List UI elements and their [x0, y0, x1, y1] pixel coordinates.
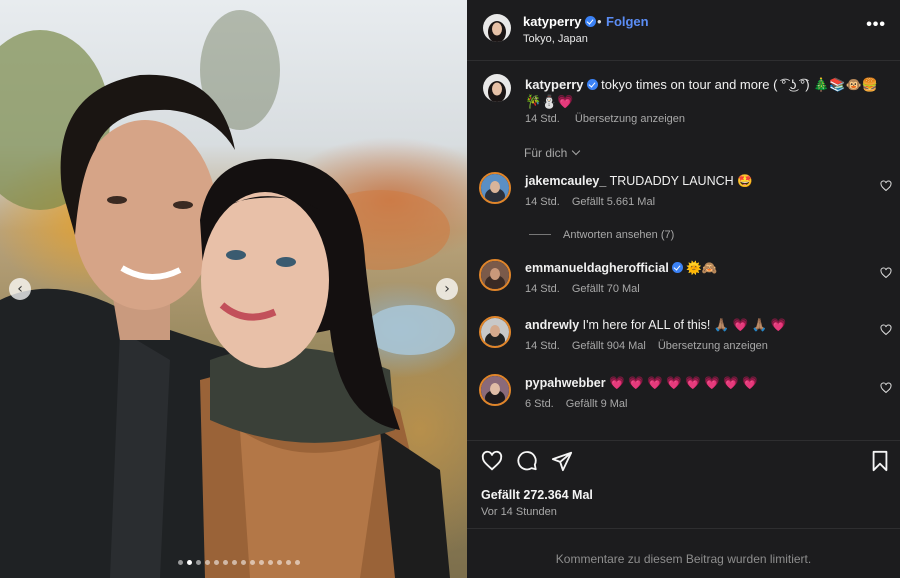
- caption-username[interactable]: katyperry: [525, 77, 584, 92]
- carousel-dot: [241, 560, 246, 565]
- post-details-panel: katyperry • Folgen Tokyo, Japan ••• katy…: [467, 0, 900, 578]
- carousel-dot: [214, 560, 219, 565]
- chevron-down-icon: [572, 146, 581, 156]
- carousel-dot: [286, 560, 291, 565]
- comment-likes[interactable]: Gefällt 5.661 Mal: [572, 196, 655, 208]
- comments-limited-notice: Kommentare zu diesem Beitrag wurden limi…: [555, 552, 812, 566]
- commenter-username[interactable]: andrewly: [525, 318, 579, 332]
- post-timestamp: Vor 14 Stunden: [481, 506, 557, 518]
- commenter-avatar[interactable]: [479, 316, 511, 348]
- comment-likes[interactable]: Gefällt 904 Mal: [572, 340, 646, 352]
- author-avatar[interactable]: [483, 14, 511, 42]
- post-header: katyperry • Folgen Tokyo, Japan •••: [467, 0, 900, 60]
- commenter-avatar[interactable]: [479, 374, 511, 406]
- comment-body: TRUDADDY LAUNCH 🤩: [609, 174, 753, 188]
- view-replies-label: Antworten ansehen (7): [563, 229, 675, 241]
- photo-subjects: [0, 10, 455, 578]
- view-replies-button[interactable]: Antworten ansehen (7): [529, 229, 674, 241]
- comment-meta: 14 Std. Gefällt 904 Mal Übersetzung anzeig…: [525, 340, 780, 352]
- comment-sort-label: Für dich: [524, 146, 568, 160]
- commenter-avatar[interactable]: [479, 259, 511, 291]
- carousel-prev-button[interactable]: ‹: [9, 278, 31, 300]
- verified-badge-icon: [671, 262, 683, 273]
- like-comment-heart-icon[interactable]: [880, 382, 892, 394]
- caption-meta: 14 Std. Übersetzung anzeigen: [525, 113, 697, 125]
- comment-text: emmanueldagherofficial 🌞🙈: [525, 261, 717, 276]
- carousel-dot: [277, 560, 282, 565]
- divider: [467, 60, 900, 61]
- carousel-dot: [232, 560, 237, 565]
- carousel-dot: [196, 560, 201, 565]
- carousel-dot: [259, 560, 264, 565]
- carousel-dot: [268, 560, 273, 565]
- carousel-dot: [295, 560, 300, 565]
- post-actions: [467, 450, 900, 476]
- commenter-avatar[interactable]: [479, 172, 511, 204]
- bookmark-save-icon[interactable]: [870, 450, 890, 472]
- carousel-dot: [205, 560, 210, 565]
- divider: [467, 440, 900, 441]
- comment-time: 14 Std.: [525, 196, 560, 208]
- carousel-dot: [178, 560, 183, 565]
- verified-badge-icon: [584, 16, 596, 27]
- comment-text: jakemcauley_ TRUDADDY LAUNCH 🤩: [525, 174, 753, 189]
- follow-button[interactable]: Folgen: [606, 14, 649, 29]
- comment-bubble-icon[interactable]: [516, 450, 538, 472]
- verified-badge-icon: [586, 79, 598, 90]
- comment-likes[interactable]: Gefällt 9 Mal: [566, 398, 628, 410]
- caption-time: 14 Std.: [525, 113, 560, 125]
- divider: [467, 528, 900, 529]
- post-likes-count[interactable]: Gefällt 272.364 Mal: [481, 488, 593, 502]
- comment-body: 💗 💗 💗 💗 💗 💗 💗 💗: [609, 376, 758, 390]
- caption-translate-link[interactable]: Übersetzung anzeigen: [575, 113, 685, 125]
- post-location[interactable]: Tokyo, Japan: [523, 33, 588, 45]
- comment-meta: 6 Std. Gefällt 9 Mal: [525, 398, 640, 410]
- separator-dot: •: [597, 14, 602, 29]
- comment-meta: 14 Std. Gefällt 5.661 Mal: [525, 196, 667, 208]
- comment-time: 14 Std.: [525, 283, 560, 295]
- more-options-icon[interactable]: •••: [866, 16, 886, 34]
- author-username[interactable]: katyperry: [523, 14, 596, 29]
- commenter-username[interactable]: emmanueldagherofficial: [525, 261, 669, 275]
- post-photo[interactable]: ‹ ›: [0, 0, 467, 578]
- comment-translate-link[interactable]: Übersetzung anzeigen: [658, 340, 768, 352]
- like-comment-heart-icon[interactable]: [880, 324, 892, 336]
- like-heart-icon[interactable]: [481, 450, 503, 472]
- commenter-username[interactable]: pypahwebber: [525, 376, 606, 390]
- carousel-dot: [187, 560, 192, 565]
- comment-text: pypahwebber 💗 💗 💗 💗 💗 💗 💗 💗: [525, 376, 758, 391]
- comment-time: 6 Std.: [525, 398, 554, 410]
- carousel-dot: [223, 560, 228, 565]
- commenter-username[interactable]: jakemcauley_: [525, 174, 606, 188]
- comment-likes[interactable]: Gefällt 70 Mal: [572, 283, 640, 295]
- like-comment-heart-icon[interactable]: [880, 267, 892, 279]
- carousel-next-button[interactable]: ›: [436, 278, 458, 300]
- comment-text: andrewly I'm here for ALL of this! 🙏🏽 💗 …: [525, 318, 787, 333]
- comment-time: 14 Std.: [525, 340, 560, 352]
- share-send-icon[interactable]: [551, 450, 573, 472]
- comment-sort-dropdown[interactable]: Für dich: [524, 146, 581, 160]
- like-comment-heart-icon[interactable]: [880, 180, 892, 192]
- comment-body: 🌞🙈: [686, 261, 718, 275]
- comment-body: I'm here for ALL of this! 🙏🏽 💗 🙏🏽 💗: [582, 318, 787, 332]
- caption-text: katyperry tokyo times on tour and more (…: [525, 76, 885, 110]
- comment-meta: 14 Std. Gefällt 70 Mal: [525, 283, 652, 295]
- caption-author-avatar[interactable]: [483, 74, 511, 102]
- carousel-dots: [178, 560, 300, 565]
- carousel-dot: [250, 560, 255, 565]
